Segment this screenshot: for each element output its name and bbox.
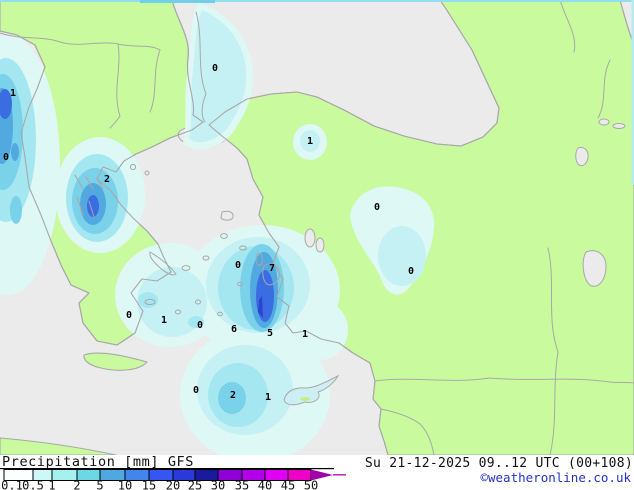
- lake-tuz: [575, 147, 589, 167]
- precip-value-label: 6: [231, 324, 237, 335]
- colorbar-tick-label: 15: [142, 479, 156, 490]
- precip-value-label: 0: [126, 310, 132, 321]
- precip-value-label: 1: [307, 136, 313, 147]
- colorbar-tick-label: 25: [188, 479, 202, 490]
- lake-van: [582, 250, 607, 287]
- copyright-text: ©weatheronline.co.uk: [480, 470, 631, 485]
- colorbar-tick-label: 10: [118, 479, 132, 490]
- precip-value-label: 0: [3, 152, 9, 163]
- colorbar-tick-label: 20: [166, 479, 180, 490]
- cyprus-green-patch: [300, 397, 310, 401]
- precip-value-label: 1: [302, 329, 308, 340]
- colorbar-tick-label: 30: [211, 479, 225, 490]
- precip-value-label: 1: [161, 315, 167, 326]
- precip-value-label: 0: [408, 266, 414, 277]
- legend-title: Precipitation [mm] GFS: [2, 454, 194, 470]
- lake-small-1: [598, 118, 610, 126]
- colorbar-tick-label: 40: [258, 479, 272, 490]
- legend: Precipitation [mm] GFS 0.1 0.5 1 2 5 10 15 20 25…: [0, 454, 634, 490]
- colorbar-tick-label: 0.1: [1, 479, 23, 490]
- precip-value-label: 2: [230, 390, 236, 401]
- precip-value-label: 5: [267, 328, 273, 339]
- lake-small-2: [612, 123, 626, 129]
- precip-value-label: 0: [235, 260, 241, 271]
- precip-value-label: 2: [104, 174, 110, 185]
- lake-egirdir: [315, 237, 325, 253]
- precip-blob-north-greece: [55, 137, 145, 253]
- colorbar-tick-label: 1: [48, 479, 55, 490]
- colorbar-tick-label: 5: [96, 479, 103, 490]
- colorbar-tick-label: 35: [235, 479, 249, 490]
- precip-value-label: 1: [265, 392, 271, 403]
- lake-burdur: [304, 228, 316, 248]
- precip-value-label: 0: [374, 202, 380, 213]
- precip-value-label: 0: [193, 385, 199, 396]
- precipitation-map-svg: 10201000 70 1 0 6 5 10 2 1 Precipitation [mm] GF…: [0, 0, 634, 490]
- weather-map-screenshot: 102010007010651021 Precipitation [mm] GF…: [0, 0, 634, 490]
- colorbar-tick-label: 0.5: [22, 479, 44, 490]
- colorbar-tick-label: 50: [304, 479, 318, 490]
- precip-value-label: 0: [197, 320, 203, 331]
- colorbar-tick-label: 2: [73, 479, 80, 490]
- precip-value-label: 1: [10, 88, 16, 99]
- precip-value-label: 7: [269, 263, 275, 274]
- colorbar-tick-label: 45: [281, 479, 295, 490]
- colorbar-arrow-tail: [333, 474, 346, 476]
- precip-value-label: 0: [212, 63, 218, 74]
- forecast-datetime: Su 21-12-2025 09..12 UTC (00+108): [365, 456, 633, 471]
